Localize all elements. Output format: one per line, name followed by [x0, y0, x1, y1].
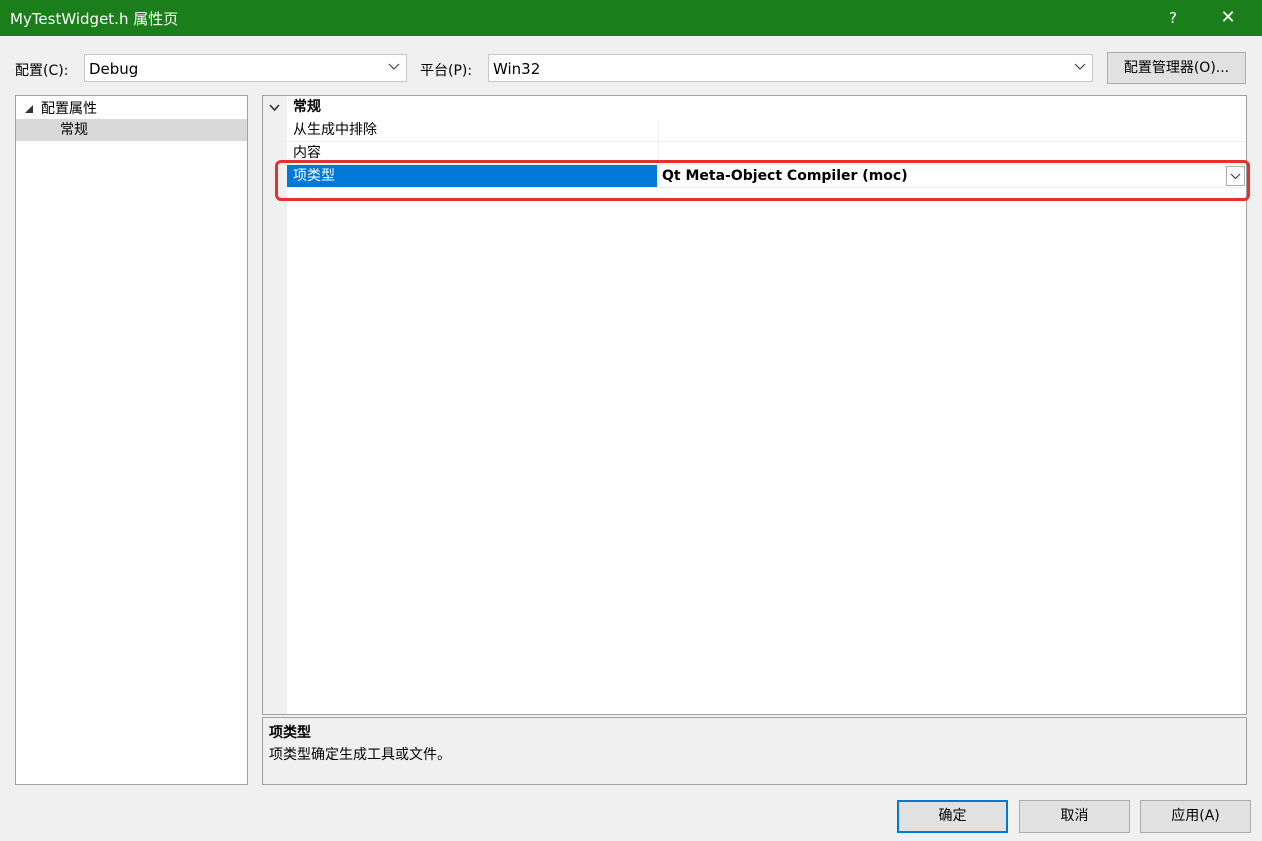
- property-name: 内容: [293, 145, 321, 161]
- property-tree: 配置属性 常规: [15, 95, 248, 785]
- category-row[interactable]: 常规: [263, 96, 1246, 119]
- ok-button[interactable]: 确定: [897, 800, 1008, 833]
- help-button[interactable]: ?: [1150, 0, 1196, 36]
- property-grid: 常规 从生成中排除 内容 项类型 Qt Meta-Object Compiler…: [262, 95, 1247, 715]
- tree-item-general[interactable]: 常规: [16, 119, 247, 141]
- chevron-down-icon: [1230, 173, 1241, 180]
- description-panel: 项类型 项类型确定生成工具或文件。: [262, 717, 1247, 785]
- config-dropdown[interactable]: Debug: [84, 54, 407, 82]
- category-label: 常规: [293, 99, 321, 115]
- config-manager-button[interactable]: 配置管理器(O)...: [1107, 52, 1246, 84]
- property-name: 项类型: [293, 168, 335, 184]
- window-title: MyTestWidget.h 属性页: [10, 10, 179, 28]
- property-row-item-type[interactable]: 项类型 Qt Meta-Object Compiler (moc): [287, 165, 1246, 188]
- tree-item-label: 配置属性: [41, 101, 97, 117]
- tree-item-config-properties[interactable]: 配置属性: [16, 98, 247, 120]
- config-value: Debug: [89, 60, 139, 78]
- description-text: 项类型确定生成工具或文件。: [269, 747, 451, 763]
- property-row[interactable]: 从生成中排除: [287, 119, 1246, 142]
- close-button[interactable]: ✕: [1205, 0, 1251, 36]
- property-value[interactable]: Qt Meta-Object Compiler (moc): [662, 165, 908, 188]
- grid-gutter: [263, 96, 287, 714]
- ok-label: 确定: [938, 808, 967, 824]
- cancel-button[interactable]: 取消: [1019, 800, 1130, 833]
- config-label: 配置(C):: [15, 63, 69, 79]
- value-dropdown-button[interactable]: [1226, 166, 1245, 186]
- selected-name-cell: [287, 165, 657, 187]
- property-row[interactable]: 内容: [287, 142, 1246, 165]
- tree-item-label: 常规: [60, 122, 88, 138]
- platform-value: Win32: [493, 60, 541, 78]
- title-bar: MyTestWidget.h 属性页 ? ✕: [0, 0, 1262, 36]
- chevron-down-icon: [388, 63, 400, 70]
- apply-label: 应用(A): [1171, 808, 1220, 824]
- description-title: 项类型: [269, 725, 311, 741]
- apply-button[interactable]: 应用(A): [1140, 800, 1251, 833]
- cancel-label: 取消: [1060, 808, 1089, 824]
- chevron-down-icon: [1074, 63, 1086, 70]
- property-name: 从生成中排除: [293, 122, 377, 138]
- platform-dropdown[interactable]: Win32: [488, 54, 1093, 82]
- expanded-triangle-icon[interactable]: [25, 105, 34, 114]
- platform-label: 平台(P):: [420, 63, 473, 79]
- collapse-chevron-icon[interactable]: [269, 103, 280, 112]
- config-manager-label: 配置管理器(O)...: [1123, 60, 1230, 76]
